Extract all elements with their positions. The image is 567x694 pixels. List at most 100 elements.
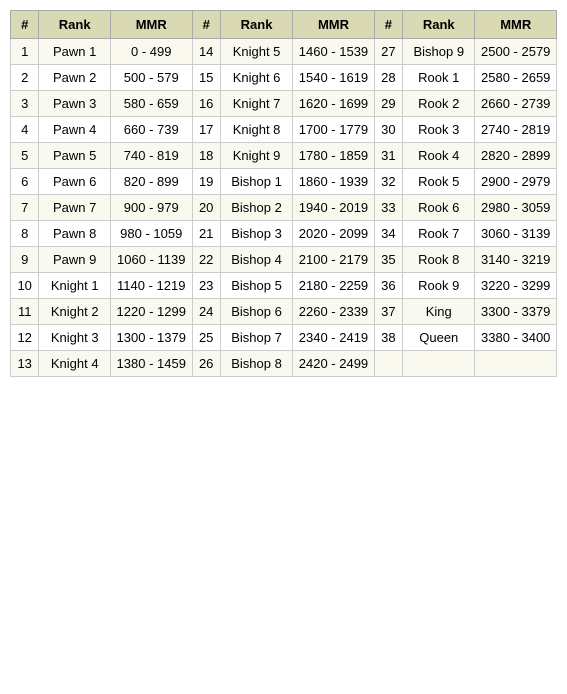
table-cell: 1620 - 1699 xyxy=(293,91,375,117)
table-cell: Rook 4 xyxy=(403,143,475,169)
table-cell: Rook 6 xyxy=(403,195,475,221)
table-cell: 3 xyxy=(11,91,39,117)
table-row: 8Pawn 8980 - 105921Bishop 32020 - 209934… xyxy=(11,221,557,247)
table-cell: 2180 - 2259 xyxy=(293,273,375,299)
table-cell: Knight 6 xyxy=(220,65,292,91)
table-cell: Pawn 5 xyxy=(39,143,111,169)
table-cell: 2980 - 3059 xyxy=(475,195,557,221)
table-cell: 6 xyxy=(11,169,39,195)
table-cell xyxy=(403,351,475,377)
table-cell: Bishop 6 xyxy=(220,299,292,325)
table-row: 5Pawn 5740 - 81918Knight 91780 - 185931R… xyxy=(11,143,557,169)
table-cell: Bishop 3 xyxy=(220,221,292,247)
table-cell: 17 xyxy=(192,117,220,143)
rank-mmr-table: #RankMMR#RankMMR#RankMMR 1Pawn 10 - 4991… xyxy=(10,10,557,377)
table-cell: 23 xyxy=(192,273,220,299)
table-cell: 26 xyxy=(192,351,220,377)
table-cell: 10 xyxy=(11,273,39,299)
table-cell: King xyxy=(403,299,475,325)
table-cell: 35 xyxy=(374,247,402,273)
table-cell: Bishop 5 xyxy=(220,273,292,299)
table-cell: 15 xyxy=(192,65,220,91)
table-row: 3Pawn 3580 - 65916Knight 71620 - 169929R… xyxy=(11,91,557,117)
table-cell: 1540 - 1619 xyxy=(293,65,375,91)
table-row: 1Pawn 10 - 49914Knight 51460 - 153927Bis… xyxy=(11,39,557,65)
table-cell: 36 xyxy=(374,273,402,299)
table-cell: Bishop 9 xyxy=(403,39,475,65)
table-cell: 1460 - 1539 xyxy=(293,39,375,65)
table-cell: 1940 - 2019 xyxy=(293,195,375,221)
table-cell: 11 xyxy=(11,299,39,325)
table-cell: 980 - 1059 xyxy=(111,221,193,247)
table-cell: Bishop 8 xyxy=(220,351,292,377)
table-cell: 14 xyxy=(192,39,220,65)
table-cell xyxy=(374,351,402,377)
table-row: 10Knight 11140 - 121923Bishop 52180 - 22… xyxy=(11,273,557,299)
table-cell: Bishop 4 xyxy=(220,247,292,273)
table-cell: Knight 8 xyxy=(220,117,292,143)
table-cell: 2500 - 2579 xyxy=(475,39,557,65)
table-cell: 12 xyxy=(11,325,39,351)
table-cell: Pawn 4 xyxy=(39,117,111,143)
table-cell: 32 xyxy=(374,169,402,195)
table-cell: 1060 - 1139 xyxy=(111,247,193,273)
col-header-2: MMR xyxy=(111,11,193,39)
table-cell: Knight 2 xyxy=(39,299,111,325)
table-cell: Bishop 7 xyxy=(220,325,292,351)
col-header-8: MMR xyxy=(475,11,557,39)
table-row: 4Pawn 4660 - 73917Knight 81700 - 177930R… xyxy=(11,117,557,143)
col-header-4: Rank xyxy=(220,11,292,39)
table-cell: 2260 - 2339 xyxy=(293,299,375,325)
table-cell: Rook 7 xyxy=(403,221,475,247)
table-row: 11Knight 21220 - 129924Bishop 62260 - 23… xyxy=(11,299,557,325)
table-cell: 9 xyxy=(11,247,39,273)
table-cell: 16 xyxy=(192,91,220,117)
table-cell: 4 xyxy=(11,117,39,143)
table-cell: Knight 1 xyxy=(39,273,111,299)
table-cell: 19 xyxy=(192,169,220,195)
table-cell: Knight 9 xyxy=(220,143,292,169)
table-cell: 2820 - 2899 xyxy=(475,143,557,169)
table-cell: 820 - 899 xyxy=(111,169,193,195)
table-cell: 580 - 659 xyxy=(111,91,193,117)
table-cell: 25 xyxy=(192,325,220,351)
col-header-5: MMR xyxy=(293,11,375,39)
table-cell: 1380 - 1459 xyxy=(111,351,193,377)
table-cell: 3380 - 3400 xyxy=(475,325,557,351)
table-cell: 2020 - 2099 xyxy=(293,221,375,247)
table-cell: Pawn 8 xyxy=(39,221,111,247)
table-cell: 1 xyxy=(11,39,39,65)
table-cell: 38 xyxy=(374,325,402,351)
table-cell: 34 xyxy=(374,221,402,247)
table-cell: 2340 - 2419 xyxy=(293,325,375,351)
table-cell: 27 xyxy=(374,39,402,65)
table-row: 13Knight 41380 - 145926Bishop 82420 - 24… xyxy=(11,351,557,377)
table-cell: Rook 5 xyxy=(403,169,475,195)
table-cell: 3060 - 3139 xyxy=(475,221,557,247)
table-cell: 2420 - 2499 xyxy=(293,351,375,377)
table-cell: 500 - 579 xyxy=(111,65,193,91)
table-cell: 29 xyxy=(374,91,402,117)
table-cell: 3300 - 3379 xyxy=(475,299,557,325)
table-cell: 1140 - 1219 xyxy=(111,273,193,299)
col-header-6: # xyxy=(374,11,402,39)
table-cell: 30 xyxy=(374,117,402,143)
table-cell xyxy=(475,351,557,377)
table-cell: 900 - 979 xyxy=(111,195,193,221)
table-cell: 37 xyxy=(374,299,402,325)
table-cell: 1700 - 1779 xyxy=(293,117,375,143)
table-cell: 8 xyxy=(11,221,39,247)
table-cell: 2100 - 2179 xyxy=(293,247,375,273)
table-cell: Pawn 9 xyxy=(39,247,111,273)
table-cell: 2660 - 2739 xyxy=(475,91,557,117)
table-cell: Pawn 3 xyxy=(39,91,111,117)
col-header-7: Rank xyxy=(403,11,475,39)
table-cell: Bishop 2 xyxy=(220,195,292,221)
table-cell: 1220 - 1299 xyxy=(111,299,193,325)
table-cell: 2580 - 2659 xyxy=(475,65,557,91)
table-cell: 31 xyxy=(374,143,402,169)
table-cell: 0 - 499 xyxy=(111,39,193,65)
table-cell: Rook 3 xyxy=(403,117,475,143)
table-cell: 660 - 739 xyxy=(111,117,193,143)
table-row: 6Pawn 6820 - 89919Bishop 11860 - 193932R… xyxy=(11,169,557,195)
